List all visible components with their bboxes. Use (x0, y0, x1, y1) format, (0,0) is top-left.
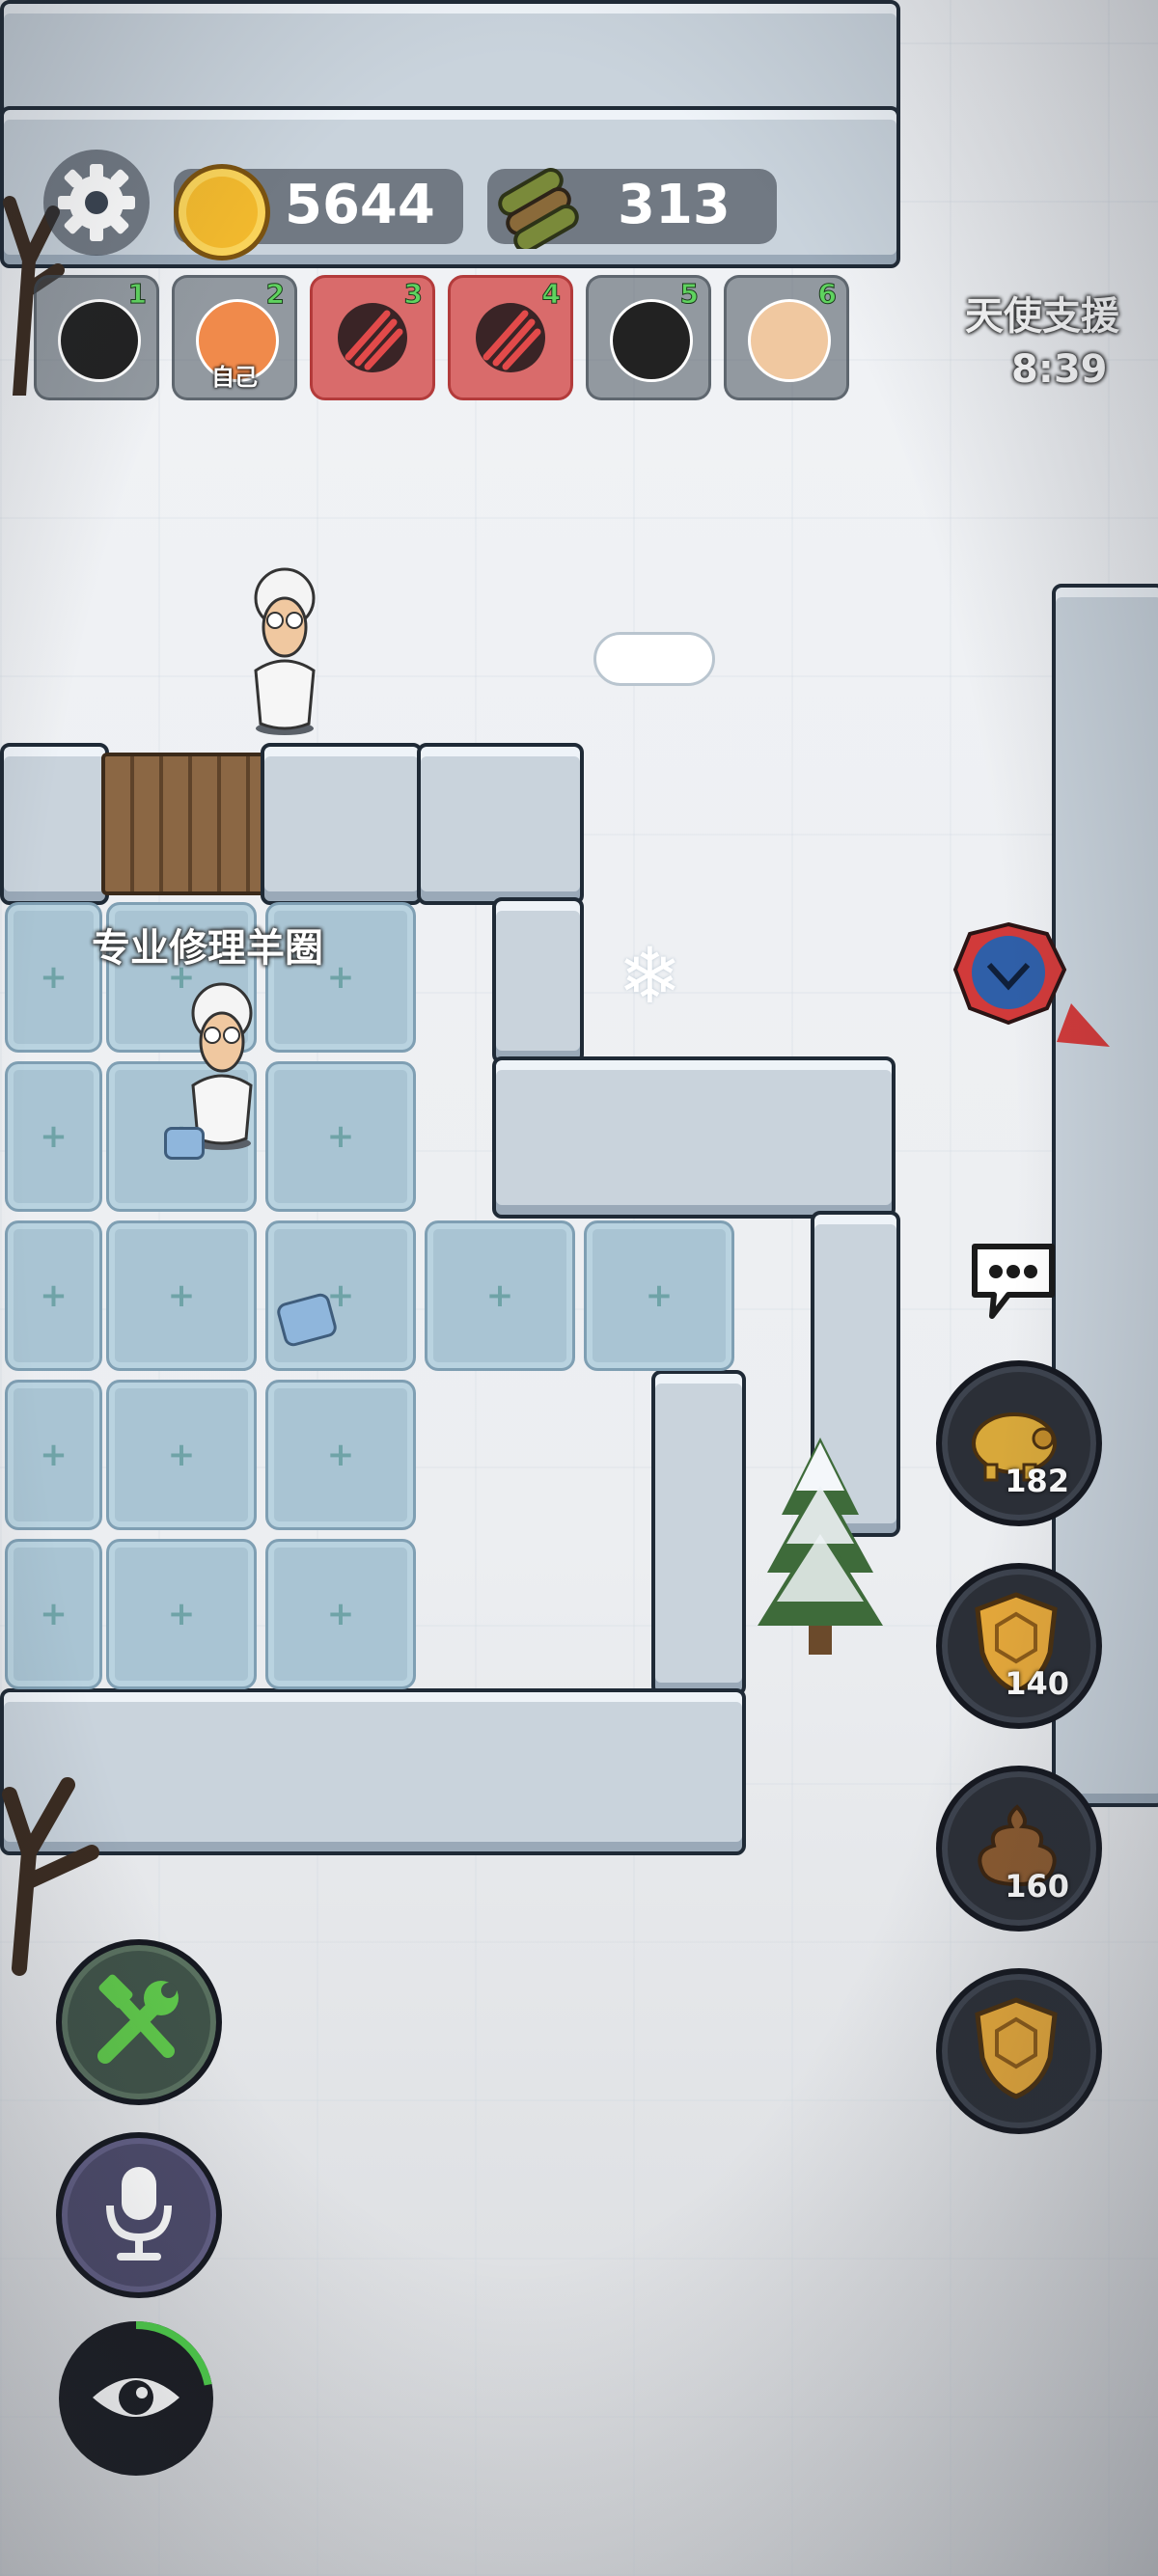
gear-icon (43, 150, 150, 256)
stone-wall-top (0, 0, 900, 123)
black-sheep-avatar-icon (58, 299, 141, 382)
player-slot-5[interactable]: 5 (586, 275, 711, 400)
chat-bubble-icon[interactable] (965, 1237, 1062, 1324)
piggy-bank-button[interactable]: 182 (936, 1360, 1102, 1526)
wood-amount: 313 (618, 174, 731, 236)
bare-tree-icon (2, 1777, 99, 1976)
piggy-bank-count: 182 (1005, 1463, 1069, 1499)
stone-wall (417, 743, 584, 905)
floor-tile[interactable]: + (584, 1220, 734, 1371)
wolf-direction-indicator-icon[interactable] (951, 917, 1115, 1052)
sheep-avatar-icon (748, 299, 831, 382)
player-number: 2 (265, 278, 286, 311)
player-slot-6[interactable]: 6 (724, 275, 849, 400)
stone-wall (492, 1056, 896, 1219)
pen-name-label: 专业修理羊圈 (92, 926, 323, 971)
snowy-pine-tree-icon (758, 1438, 883, 1655)
stone-wall (261, 743, 423, 905)
voice-chat-button[interactable] (56, 2132, 222, 2298)
wolf-claw-avatar-icon (476, 303, 545, 372)
black-sheep-avatar-icon (610, 299, 693, 382)
wood-logs-icon (498, 168, 579, 249)
player-slot-3[interactable]: 3 (310, 275, 435, 400)
gold-amount: 5644 (285, 174, 435, 236)
settings-button[interactable] (39, 145, 154, 260)
player-number: 6 (817, 278, 838, 311)
poop-button[interactable]: 160 (936, 1766, 1102, 1932)
wrench-hammer-icon (97, 1974, 179, 2064)
player-number: 1 (127, 278, 148, 311)
shield-count: 140 (1005, 1665, 1069, 1702)
stone-wall (651, 1370, 746, 1696)
player-slot-4[interactable]: 4 (448, 275, 573, 400)
microphone-icon (106, 2167, 172, 2261)
player-slot-1[interactable]: 1 (34, 275, 159, 400)
player-number: 4 (541, 278, 562, 311)
build-tools-button[interactable] (56, 1939, 222, 2105)
ice-crystal-icon[interactable] (164, 1127, 205, 1160)
player-number: 5 (679, 278, 700, 311)
shield-icon (975, 1997, 1058, 2099)
sheep-character-icon[interactable] (227, 564, 343, 738)
shield-button[interactable]: 140 (936, 1563, 1102, 1729)
poop-count: 160 (1005, 1868, 1069, 1905)
eye-icon (93, 2378, 179, 2417)
gold-coin-icon (174, 164, 270, 260)
wolf-claw-avatar-icon (338, 303, 407, 372)
event-timer: 8:39 (1011, 347, 1108, 392)
view-toggle-button[interactable] (53, 2316, 219, 2481)
shield-upgrade-button[interactable] (936, 1968, 1102, 2134)
self-label: 自己 (211, 364, 258, 391)
stone-wall (0, 743, 109, 905)
stone-wall (492, 897, 584, 1064)
snow-pile-icon (593, 632, 715, 686)
event-title: 天使支援 (965, 294, 1119, 339)
player-number: 3 (403, 278, 424, 311)
snowflake-icon: ❄ (618, 931, 683, 1021)
wooden-gate[interactable] (101, 753, 268, 895)
stone-wall-bottom (0, 1688, 746, 1855)
player-slot-2[interactable]: 2 自己 (172, 275, 297, 400)
